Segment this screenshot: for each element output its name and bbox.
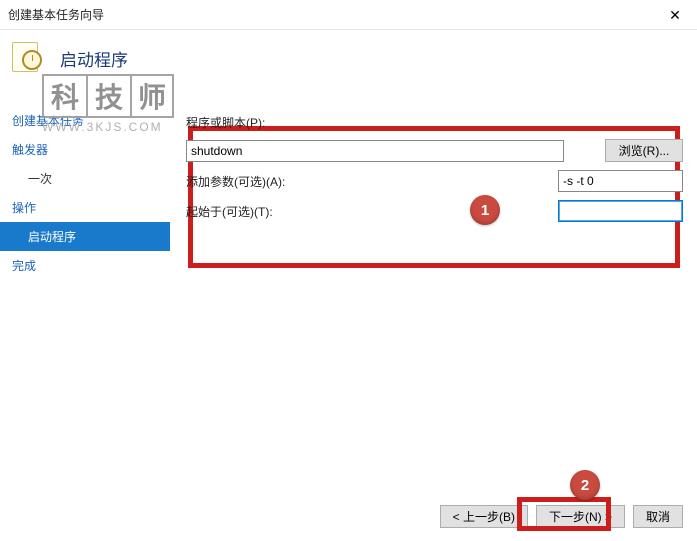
script-input[interactable] bbox=[186, 140, 564, 162]
startin-label: 起始于(可选)(T): bbox=[186, 203, 506, 220]
wizard-icon bbox=[10, 40, 46, 76]
back-button[interactable]: < 上一步(B) bbox=[440, 505, 528, 528]
args-label: 添加参数(可选)(A): bbox=[186, 173, 506, 190]
sidebar-item-finish[interactable]: 完成 bbox=[0, 251, 170, 280]
wizard-header: 启动程序 bbox=[0, 30, 697, 94]
sidebar-item-start-program[interactable]: 启动程序 bbox=[0, 222, 170, 251]
annotation-badge-1: 1 bbox=[470, 195, 500, 225]
args-input[interactable] bbox=[558, 170, 683, 192]
next-button[interactable]: 下一步(N) > bbox=[536, 505, 625, 528]
sidebar-item-create-task[interactable]: 创建基本任务 bbox=[0, 106, 170, 135]
window-title: 创建基本任务向导 bbox=[8, 6, 104, 23]
cancel-button[interactable]: 取消 bbox=[633, 505, 683, 528]
startin-input[interactable] bbox=[558, 200, 683, 222]
page-title: 启动程序 bbox=[60, 46, 128, 71]
sidebar-item-action[interactable]: 操作 bbox=[0, 193, 170, 222]
close-icon[interactable]: ✕ bbox=[653, 0, 697, 30]
script-label: 程序或脚本(P): bbox=[186, 114, 683, 131]
wizard-steps-sidebar: 创建基本任务 触发器 一次 操作 启动程序 完成 bbox=[0, 100, 170, 491]
titlebar: 创建基本任务向导 ✕ bbox=[0, 0, 697, 30]
annotation-badge-2: 2 bbox=[570, 470, 600, 500]
sidebar-item-once[interactable]: 一次 bbox=[0, 164, 170, 193]
sidebar-item-trigger[interactable]: 触发器 bbox=[0, 135, 170, 164]
wizard-footer: < 上一步(B) 下一步(N) > 取消 bbox=[0, 491, 697, 541]
browse-button[interactable]: 浏览(R)... bbox=[605, 139, 683, 162]
wizard-content: 程序或脚本(P): 浏览(R)... 添加参数(可选)(A): 起始于(可选)(… bbox=[170, 100, 697, 491]
